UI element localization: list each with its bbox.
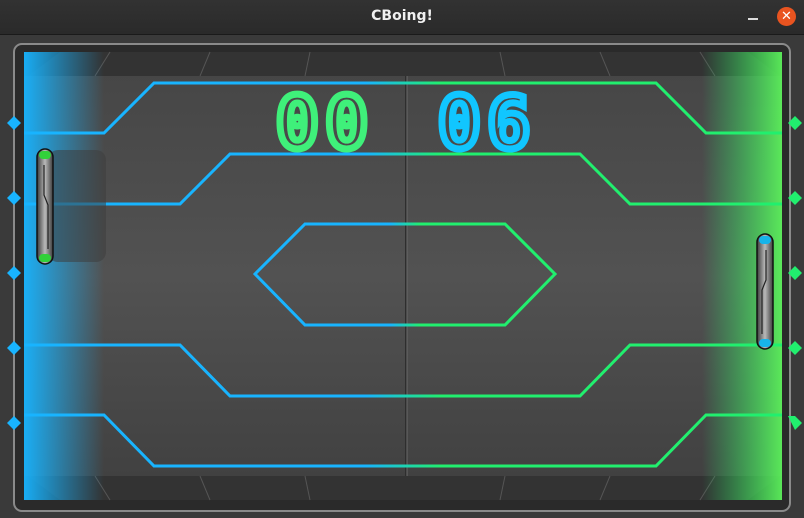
minimize-icon[interactable] [744, 7, 762, 25]
game-area[interactable]: 00 06 [0, 35, 804, 518]
title-bar[interactable]: CBoing! ✕ [0, 0, 804, 35]
right-paddle-cap-bottom [759, 339, 771, 347]
playing-board [24, 52, 782, 500]
right-paddle[interactable] [756, 233, 774, 350]
close-icon[interactable]: ✕ [777, 7, 796, 26]
left-paddle-trail [48, 150, 106, 262]
score-right: 06 [438, 81, 537, 165]
left-paddle-cap-bottom [39, 254, 51, 262]
app-window: CBoing! ✕ 00 06 [0, 0, 804, 518]
playfield-svg: 00 06 [0, 35, 804, 518]
window-title: CBoing! [371, 8, 433, 24]
left-side-glow [24, 52, 104, 500]
left-paddle[interactable] [36, 148, 54, 265]
left-paddle-cap-top [39, 151, 51, 159]
score-left: 00 [276, 81, 375, 165]
right-paddle-cap-top [759, 236, 771, 244]
